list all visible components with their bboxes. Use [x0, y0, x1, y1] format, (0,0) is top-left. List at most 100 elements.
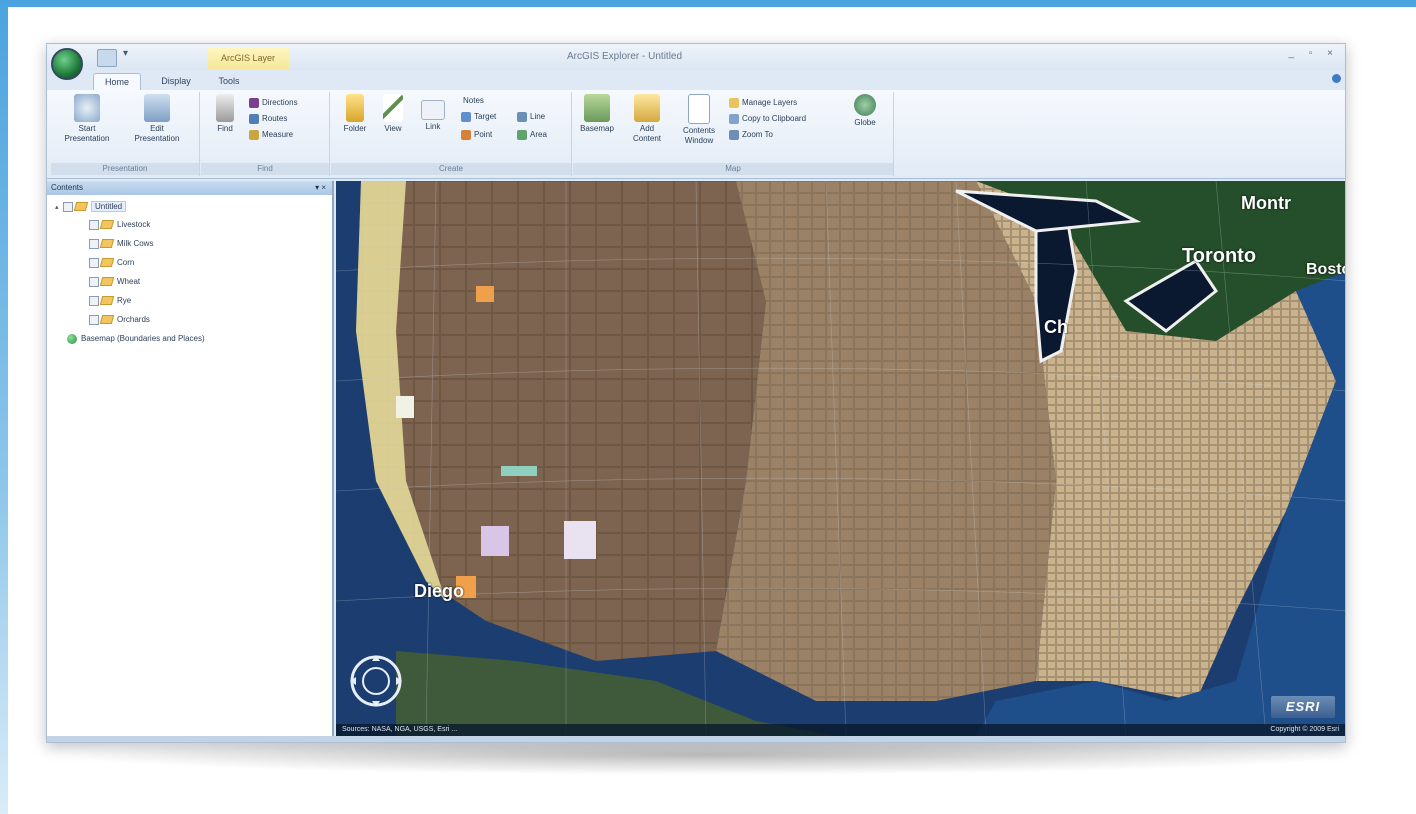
tree-root-node[interactable]: ▴ Untitled [55, 199, 127, 216]
navigation-control[interactable] [348, 653, 404, 709]
checkbox[interactable] [89, 295, 99, 306]
layer-icon [99, 296, 115, 306]
group-find: Find Directions Routes Measure Find [201, 92, 330, 176]
map-layer-icon [73, 202, 89, 212]
layer-icon [99, 315, 115, 325]
group-label-map: Map [573, 163, 893, 175]
group-label-find: Find [201, 163, 329, 175]
copy-clipboard-button[interactable]: Copy to Clipboard [729, 112, 806, 126]
layer-icon [99, 258, 115, 268]
routes-button[interactable]: Routes [249, 112, 287, 126]
collapse-icon[interactable]: ▴ [55, 200, 63, 216]
tab-tools[interactable]: Tools [209, 73, 249, 90]
checkbox[interactable] [89, 314, 99, 325]
clipboard-icon [729, 113, 739, 124]
contents-title: Contents [51, 183, 84, 192]
highlight-county [564, 521, 596, 559]
binoculars-icon [216, 94, 234, 122]
point-icon [461, 129, 471, 140]
map-view[interactable]: Montr Toronto Bosto Ch Diego ESRI Source… [336, 181, 1345, 736]
view-icon [383, 94, 403, 122]
group-label-create: Create [331, 163, 571, 175]
line-icon [517, 111, 527, 122]
highlight-county [501, 466, 537, 476]
layer-icon [99, 220, 115, 230]
application-menu-button[interactable] [51, 48, 83, 80]
area-button[interactable]: Area [517, 128, 547, 142]
map-label-san-diego: Diego [414, 581, 465, 601]
contents-panel-header: Contents ▾ × [47, 181, 332, 195]
ribbon-tabs: Home Display Tools [47, 70, 1345, 91]
left-border [0, 0, 8, 814]
root-label: Untitled [91, 201, 127, 212]
ribbon: Start Presentation Edit Presentation Pre… [47, 90, 1345, 179]
checkbox[interactable] [89, 219, 99, 230]
globe-icon [854, 94, 876, 116]
window-title: ArcGIS Explorer - Untitled [567, 51, 683, 62]
tree-layer-livestock[interactable]: Livestock [89, 217, 150, 233]
link-button[interactable]: Link [411, 94, 455, 132]
group-map: Basemap Add Content Contents Window Mana… [573, 92, 894, 176]
target-button[interactable]: Target [461, 110, 496, 124]
tree-basemap-node[interactable]: Basemap (Boundaries and Places) [67, 331, 205, 347]
ruler-icon [249, 129, 259, 140]
measure-button[interactable]: Measure [249, 128, 293, 142]
folder-icon [346, 94, 364, 122]
globe-button[interactable]: Globe [843, 94, 887, 128]
checkbox[interactable] [89, 238, 99, 249]
navigation-ring-icon[interactable] [348, 653, 404, 709]
add-content-button[interactable]: Add Content [625, 94, 669, 144]
window-controls[interactable]: _ ▫ × [1288, 48, 1339, 59]
group-create: Folder View Link Notes Target Point Line… [331, 92, 572, 176]
basemap-icon [584, 94, 610, 122]
contents-panel: Contents ▾ × ▴ Untitled Livestock Milk Co… [47, 181, 334, 742]
find-button[interactable]: Find [203, 94, 247, 134]
map-label-montreal: Montr [1241, 193, 1291, 213]
panel-pin-close-icons[interactable]: ▾ × [315, 181, 326, 195]
line-button[interactable]: Line [517, 110, 545, 124]
link-icon [421, 100, 445, 120]
tree-layer-corn[interactable]: Corn [89, 255, 134, 271]
manage-layers-button[interactable]: Manage Layers [729, 96, 797, 110]
checkbox[interactable] [63, 201, 73, 212]
manage-layers-icon [729, 97, 739, 108]
layer-icon [99, 239, 115, 249]
tree-layer-orchards[interactable]: Orchards [89, 312, 150, 328]
tree-layer-milk-cows[interactable]: Milk Cows [89, 236, 153, 252]
layer-icon [99, 277, 115, 287]
contents-window-button[interactable]: Contents Window [677, 94, 721, 146]
target-icon [461, 111, 471, 122]
basemap-button[interactable]: Basemap [575, 94, 619, 134]
presentation-edit-icon [144, 94, 170, 122]
quick-access-save-button[interactable] [97, 49, 117, 67]
title-bar: ▾ ArcGIS Layer ArcGIS Explorer - Untitle… [47, 44, 1345, 70]
tab-home[interactable]: Home [93, 73, 141, 91]
highlight-county [481, 526, 509, 556]
tree-layer-wheat[interactable]: Wheat [89, 274, 140, 290]
map-label-toronto: Toronto [1182, 245, 1257, 267]
notes-label: Notes [463, 96, 484, 105]
tree-layer-rye[interactable]: Rye [89, 293, 131, 309]
esri-logo: ESRI [1271, 696, 1335, 718]
presentation-start-icon [74, 94, 100, 122]
checkbox[interactable] [89, 257, 99, 268]
map-attribution: Sources: NASA, NGA, USGS, Esri ... Copyr… [336, 724, 1345, 736]
contents-window-icon [688, 94, 710, 124]
zoom-to-button[interactable]: Zoom To [729, 128, 773, 142]
directions-button[interactable]: Directions [249, 96, 298, 110]
area-icon [517, 129, 527, 140]
help-icon[interactable] [1332, 74, 1341, 83]
group-presentation: Start Presentation Edit Presentation Pre… [51, 92, 200, 176]
directions-icon [249, 97, 259, 108]
context-tab-arcgis-layer[interactable]: ArcGIS Layer [207, 47, 289, 69]
point-button[interactable]: Point [461, 128, 492, 142]
tab-display[interactable]: Display [151, 73, 201, 90]
checkbox[interactable] [89, 276, 99, 287]
top-border [0, 0, 1416, 7]
view-button[interactable]: View [371, 94, 415, 134]
quick-access-dropdown-icon[interactable]: ▾ [123, 48, 128, 59]
edit-presentation-button[interactable]: Edit Presentation [127, 94, 187, 144]
status-bar [47, 736, 1345, 742]
group-label-presentation: Presentation [51, 163, 199, 175]
start-presentation-button[interactable]: Start Presentation [57, 94, 117, 144]
